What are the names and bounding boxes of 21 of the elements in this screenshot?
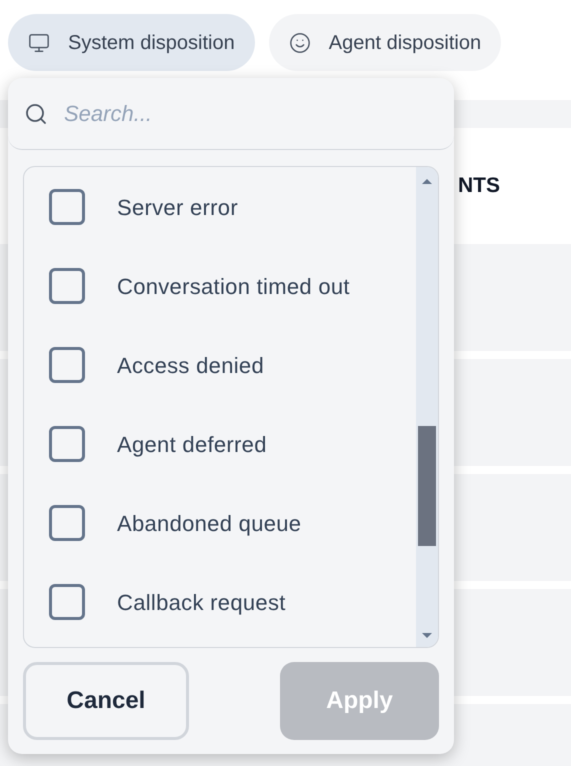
option-label[interactable]: Callback request xyxy=(117,586,286,618)
option-label[interactable]: Abandoned queue xyxy=(117,506,302,540)
checkbox[interactable] xyxy=(49,268,85,304)
checkbox[interactable] xyxy=(49,584,85,620)
option-label[interactable]: Server error xyxy=(117,190,238,224)
checkbox[interactable] xyxy=(49,189,85,225)
cancel-button[interactable]: Cancel xyxy=(23,662,189,740)
option-label[interactable]: Conversation timed out xyxy=(117,270,350,302)
search-field[interactable]: Search... xyxy=(64,97,438,130)
column-heading: NTS xyxy=(458,173,500,200)
monitor-icon xyxy=(28,32,50,54)
smiley-icon xyxy=(288,32,311,54)
option-label[interactable]: Agent deferred xyxy=(117,428,267,460)
checkbox[interactable] xyxy=(49,505,85,541)
checkbox[interactable] xyxy=(49,347,85,383)
filter-tab[interactable]: Agent disposition xyxy=(268,14,502,71)
checkbox[interactable] xyxy=(49,426,85,462)
filter-tab[interactable]: System disposition xyxy=(8,14,255,71)
search-icon xyxy=(24,102,48,126)
option-label[interactable]: Access denied xyxy=(117,348,264,382)
scrollbar[interactable] xyxy=(416,167,438,647)
